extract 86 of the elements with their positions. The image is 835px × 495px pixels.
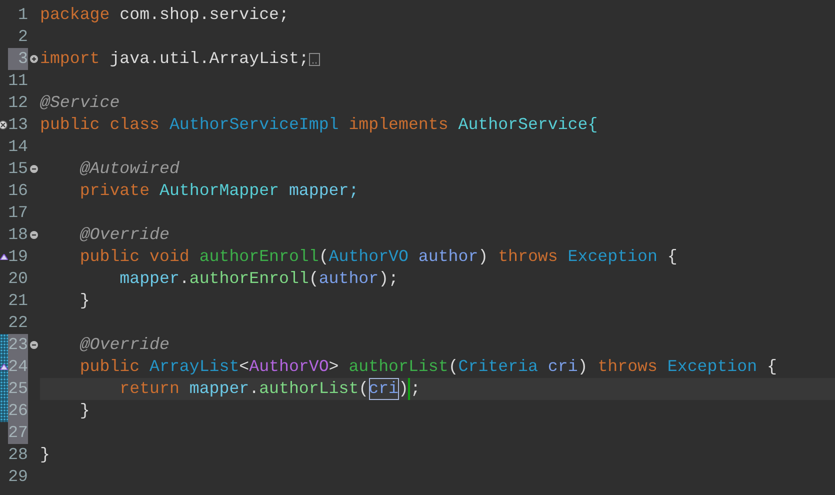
code-token: (: [318, 246, 329, 268]
line-number: 17: [8, 202, 28, 224]
code-token: public: [80, 246, 140, 268]
line-number: 11: [8, 70, 28, 92]
line-number: 14: [8, 136, 28, 158]
fold-collapse-icon[interactable]: [30, 165, 38, 173]
code-token: import: [40, 48, 100, 70]
code-token: mapper: [120, 268, 180, 290]
code-token: AuthorVO: [249, 356, 329, 378]
code-token: }: [80, 290, 90, 312]
code-token: AuthorService{: [458, 114, 598, 136]
line-number: 18: [8, 224, 28, 246]
line-number: 19: [8, 246, 28, 268]
code-token: AuthorServiceImpl: [169, 114, 339, 136]
code-token: .: [179, 268, 190, 290]
folded-code-icon[interactable]: [308, 52, 320, 66]
code-token: );: [378, 268, 399, 290]
annotation: @Override: [80, 334, 170, 356]
code-token: authorEnroll: [199, 246, 319, 268]
code-token: java.util.ArrayList;: [110, 48, 309, 70]
code-token: }: [80, 400, 90, 422]
line-number: 12: [8, 92, 28, 114]
line-number: 20: [8, 268, 28, 290]
code-token: <: [239, 356, 250, 378]
code-token: {: [667, 246, 678, 268]
code-token: ArrayList: [150, 356, 240, 378]
code-token: ): [478, 246, 488, 268]
fold-expand-icon[interactable]: [30, 55, 38, 63]
line-number: 1: [17, 4, 28, 26]
code-token: authorList: [259, 378, 359, 400]
line-number: 24: [8, 356, 28, 378]
code-token: mapper;: [288, 180, 359, 202]
code-token: }: [40, 444, 50, 466]
override-triangle-icon[interactable]: [0, 254, 8, 260]
code-token: Exception: [568, 246, 658, 268]
line-number: 15: [8, 158, 28, 180]
code-token: cri: [548, 356, 578, 378]
line-number: 28: [8, 444, 28, 466]
code-token: >: [328, 356, 339, 378]
code-token: class: [110, 114, 160, 136]
line-number: 27: [8, 422, 28, 444]
override-triangle-icon[interactable]: [0, 364, 8, 370]
code-token: implements: [348, 114, 448, 136]
line-number: 16: [8, 180, 28, 202]
code-token: void: [150, 246, 190, 268]
code-token: throws: [498, 246, 558, 268]
line-number: 2: [17, 26, 28, 48]
line-number: 26: [8, 400, 28, 422]
code-token: public: [80, 356, 140, 378]
code-token: throws: [598, 356, 658, 378]
line-number: 13: [8, 114, 28, 136]
line-number: 23: [8, 334, 28, 356]
code-token: private: [80, 180, 150, 202]
line-number: 22: [8, 312, 28, 334]
code-token: AuthorVO: [328, 246, 408, 268]
code-token: (: [448, 356, 458, 378]
code-token: (: [358, 378, 369, 400]
code-token: author: [418, 246, 478, 268]
code-token: package: [40, 4, 110, 26]
code-token: {: [766, 356, 777, 378]
code-token: author: [318, 268, 379, 290]
code-token: .: [249, 378, 260, 400]
code-token: ): [578, 356, 588, 378]
code-token: return: [120, 378, 180, 400]
annotation: @Service: [40, 92, 120, 114]
annotation: @Autowired: [80, 158, 180, 180]
code-token: (: [308, 268, 319, 290]
line-number: 29: [8, 466, 28, 488]
code-token: ;: [410, 378, 420, 400]
fold-collapse-icon[interactable]: [30, 231, 38, 239]
line-number: 21: [8, 290, 28, 312]
code-token: AuthorMapper: [160, 180, 279, 202]
annotation: @Override: [80, 224, 170, 246]
fold-collapse-icon[interactable]: [30, 341, 38, 349]
code-token: cri: [368, 378, 399, 400]
code-token: com.shop.service;: [120, 4, 289, 26]
code-token: mapper: [189, 378, 250, 400]
code-token: authorList: [348, 356, 448, 378]
code-token: Exception: [667, 356, 758, 378]
code-token: ): [398, 378, 410, 400]
line-number: 25: [8, 378, 28, 400]
implements-marker-icon[interactable]: [0, 120, 8, 130]
code-token: public: [40, 114, 100, 136]
code-token: authorEnroll: [189, 268, 309, 290]
code-token: Criteria: [458, 356, 538, 378]
line-number: 3: [8, 48, 28, 70]
